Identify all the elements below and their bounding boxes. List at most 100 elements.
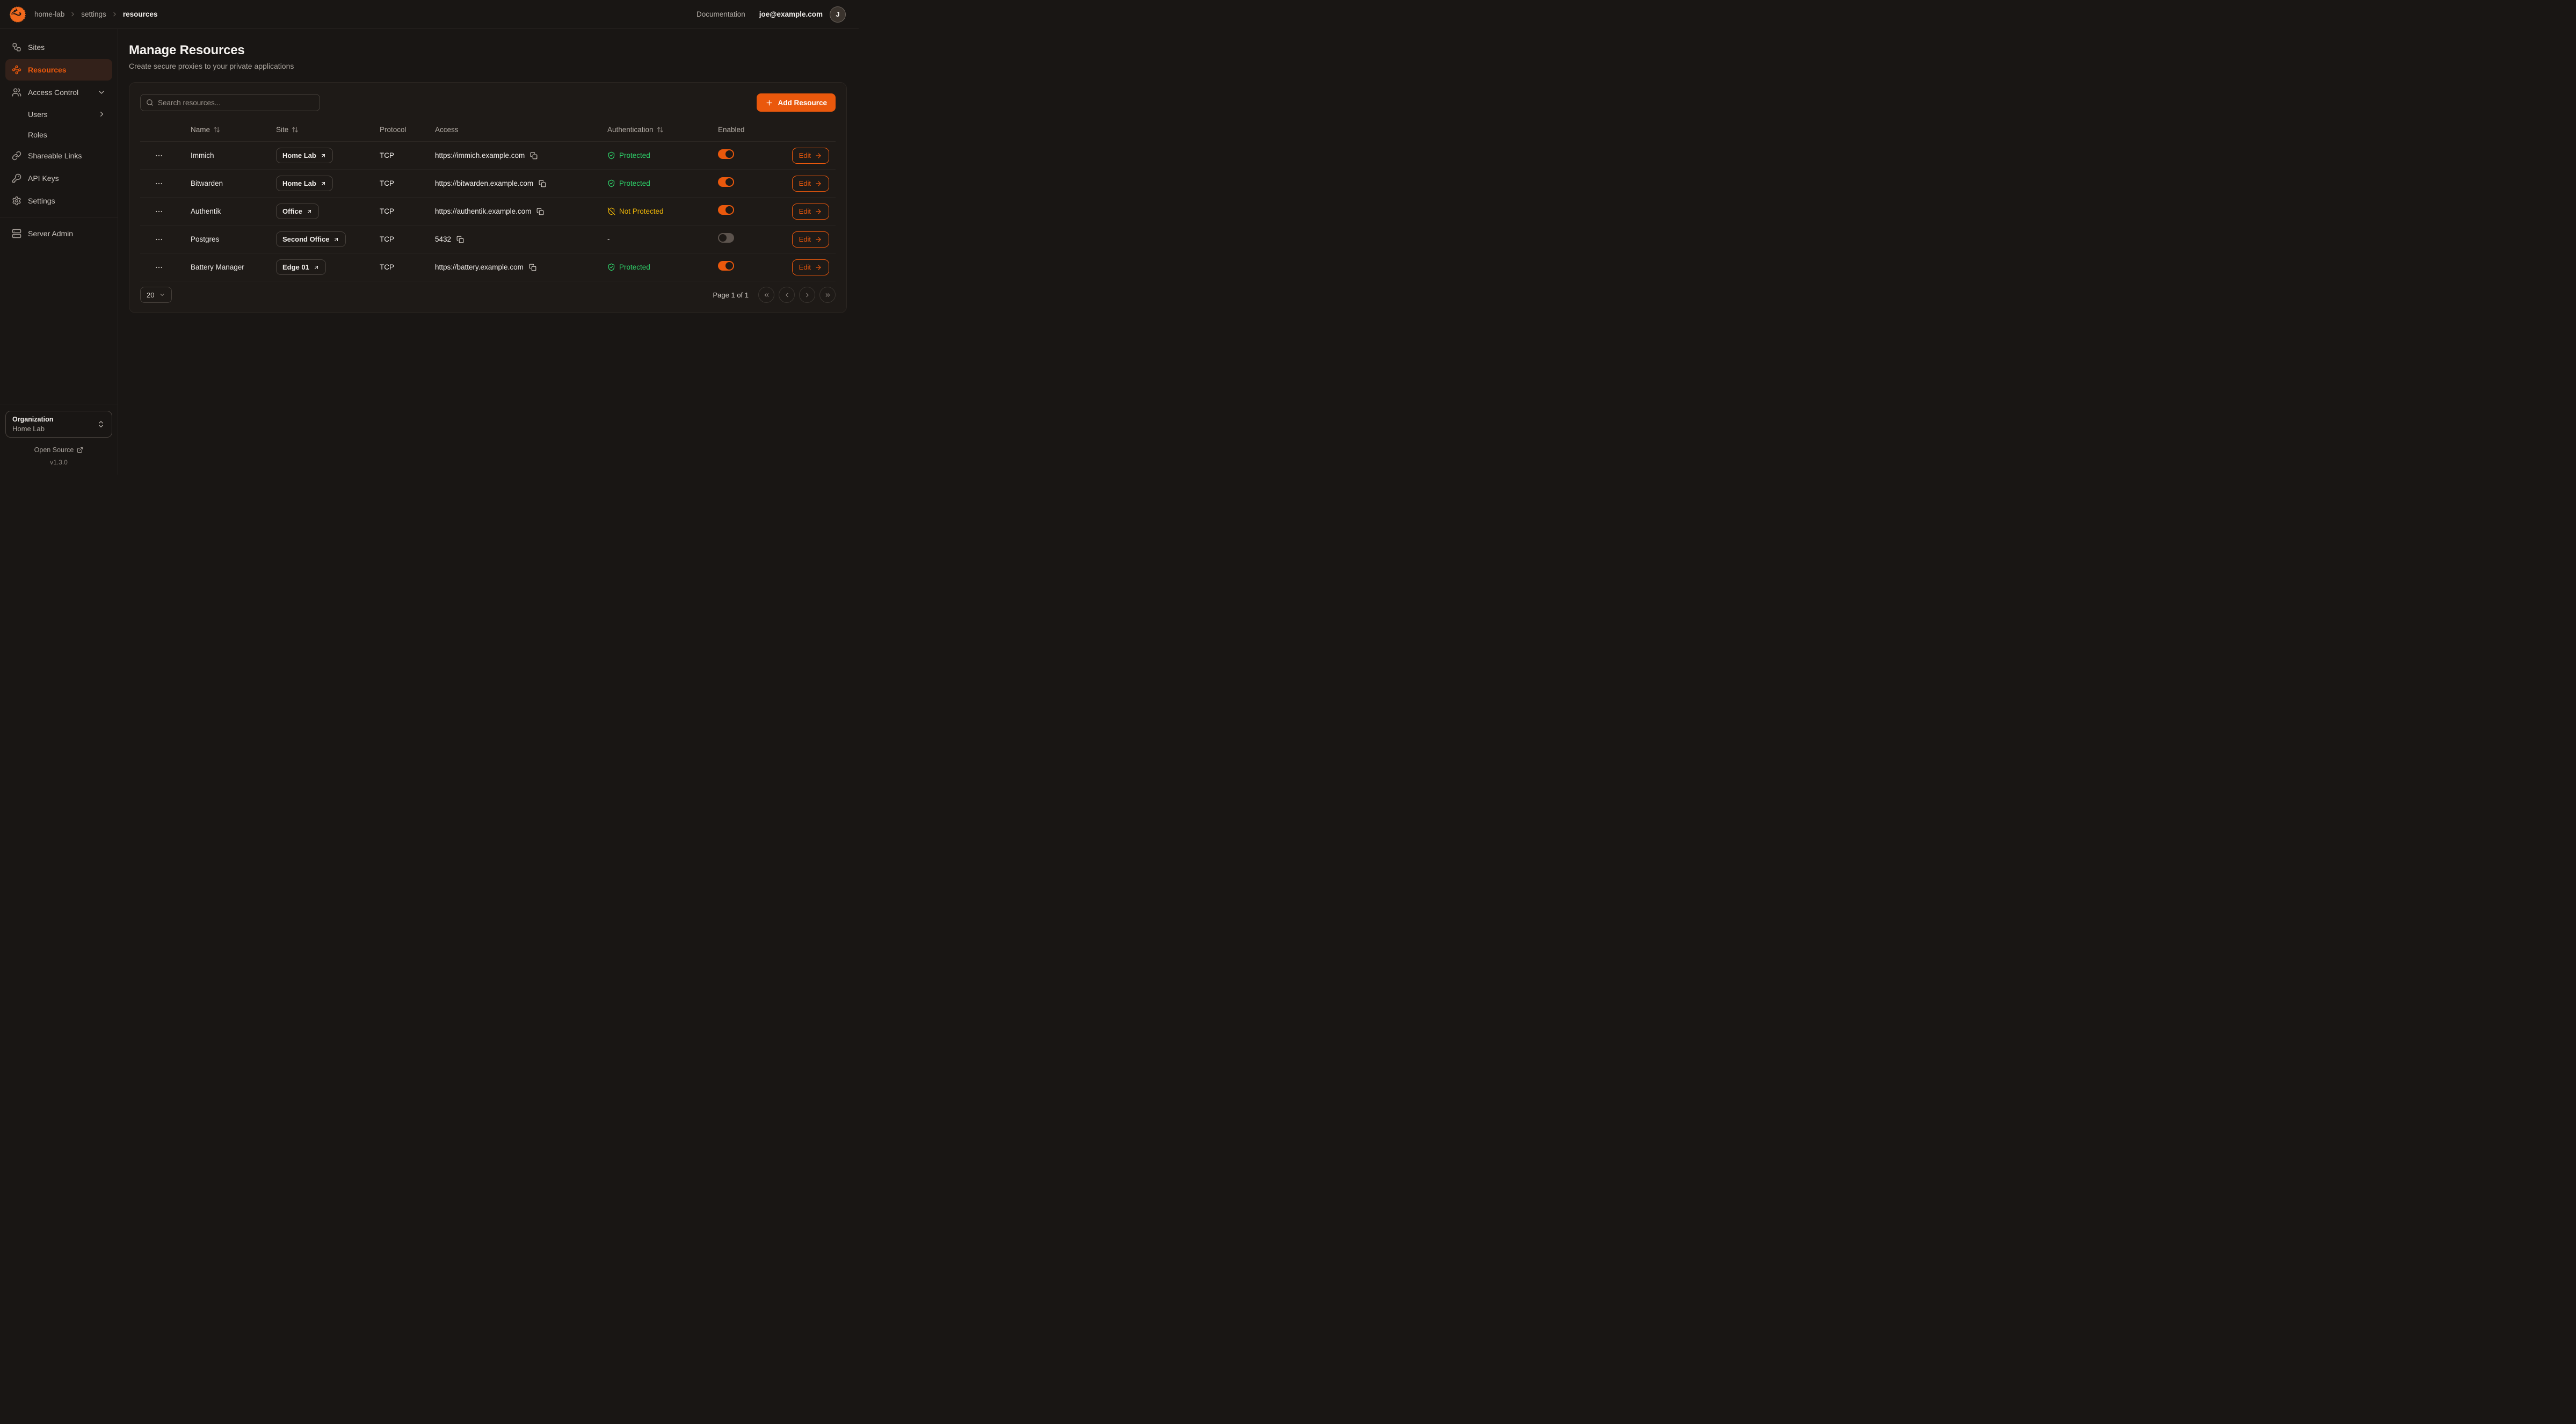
user-menu[interactable]: joe@example.com J	[759, 6, 846, 23]
site-link[interactable]: Edge 01	[276, 259, 326, 275]
chevron-down-icon	[159, 292, 165, 298]
access-url: https://authentik.example.com	[435, 207, 531, 215]
arrow-up-right-icon	[333, 236, 339, 243]
copy-button[interactable]	[528, 263, 537, 272]
resource-name: Bitwarden	[191, 179, 276, 187]
enabled-toggle[interactable]	[718, 205, 734, 215]
copy-icon	[529, 264, 536, 271]
site-link[interactable]: Office	[276, 204, 319, 219]
resource-name: Immich	[191, 151, 276, 159]
ellipsis-icon	[155, 207, 163, 216]
breadcrumb-home-lab[interactable]: home-lab	[34, 10, 64, 18]
sidebar-item-users[interactable]: Users	[5, 104, 112, 124]
shield-off-icon	[607, 207, 615, 215]
organization-selector[interactable]: Organization Home Lab	[5, 411, 112, 438]
organization-value: Home Lab	[12, 425, 97, 433]
shield-check-icon	[607, 179, 615, 187]
arrow-up-right-icon	[320, 180, 326, 187]
sidebar-item-sites[interactable]: Sites	[5, 37, 112, 58]
sidebar-item-shareable-links[interactable]: Shareable Links	[5, 145, 112, 166]
add-resource-button[interactable]: Add Resource	[757, 93, 836, 112]
sidebar-item-server-admin[interactable]: Server Admin	[5, 223, 112, 244]
arrow-right-icon	[815, 180, 822, 187]
prev-page-button[interactable]	[779, 287, 795, 303]
first-page-button[interactable]	[758, 287, 774, 303]
edit-button[interactable]: Edit	[792, 176, 829, 192]
enabled-toggle[interactable]	[718, 149, 734, 159]
copy-icon	[530, 152, 538, 159]
sidebar-item-access-control[interactable]: Access Control	[5, 82, 112, 103]
external-link-icon	[77, 447, 83, 453]
protocol: TCP	[380, 207, 435, 215]
shield-check-icon	[607, 151, 615, 159]
chevron-left-icon	[783, 292, 790, 299]
arrow-up-right-icon	[306, 208, 313, 215]
sidebar-item-label: Shareable Links	[28, 151, 82, 160]
sidebar-item-api-keys[interactable]: API Keys	[5, 168, 112, 189]
auth-status: -	[607, 235, 718, 243]
row-actions-button[interactable]	[153, 206, 165, 217]
arrow-up-right-icon	[313, 264, 320, 271]
page-size-select[interactable]: 20	[140, 287, 172, 303]
sidebar-item-settings[interactable]: Settings	[5, 190, 112, 212]
auth-status: Protected	[607, 151, 718, 159]
enabled-toggle[interactable]	[718, 233, 734, 243]
user-email: joe@example.com	[759, 10, 823, 18]
sidebar-item-resources[interactable]: Resources	[5, 59, 112, 81]
version-label: v1.3.0	[5, 459, 112, 466]
avatar[interactable]: J	[830, 6, 846, 23]
chevron-right-icon	[98, 110, 106, 118]
arrow-right-icon	[815, 236, 822, 243]
column-header-name[interactable]: Name	[191, 126, 276, 134]
users-icon	[12, 88, 21, 97]
last-page-button[interactable]	[819, 287, 836, 303]
pangolin-logo	[9, 5, 27, 24]
chevrons-up-down-icon	[97, 420, 105, 428]
row-actions-button[interactable]	[153, 234, 165, 245]
table-row: Authentik Office TCP https://authentik.e…	[140, 198, 836, 226]
breadcrumb-settings[interactable]: settings	[81, 10, 106, 18]
row-actions-button[interactable]	[153, 150, 165, 162]
arrow-right-icon	[815, 208, 822, 215]
open-source-link[interactable]: Open Source	[5, 446, 112, 454]
row-actions-button[interactable]	[153, 178, 165, 190]
site-link[interactable]: Home Lab	[276, 176, 333, 191]
search-input[interactable]	[158, 99, 314, 107]
breadcrumb: home-lab settings resources	[34, 10, 157, 18]
enabled-toggle[interactable]	[718, 261, 734, 271]
copy-button[interactable]	[536, 207, 545, 216]
gear-icon	[12, 196, 21, 206]
documentation-link[interactable]: Documentation	[696, 10, 745, 18]
copy-button[interactable]	[529, 151, 538, 160]
sidebar-item-label: Settings	[28, 197, 55, 205]
access-port: 5432	[435, 235, 451, 243]
resource-name: Postgres	[191, 235, 276, 243]
chevron-down-icon	[97, 88, 106, 97]
enabled-toggle[interactable]	[718, 177, 734, 187]
site-link[interactable]: Second Office	[276, 231, 346, 247]
copy-button[interactable]	[538, 179, 547, 188]
edit-button[interactable]: Edit	[792, 148, 829, 164]
sort-icon	[657, 126, 664, 133]
edit-button[interactable]: Edit	[792, 259, 829, 275]
column-header-site[interactable]: Site	[276, 126, 380, 134]
link-icon	[12, 151, 21, 161]
key-icon	[12, 173, 21, 183]
site-link[interactable]: Home Lab	[276, 148, 333, 163]
search-box	[140, 94, 320, 111]
breadcrumb-separator-icon	[69, 11, 76, 18]
open-source-label: Open Source	[34, 446, 74, 454]
topbar: home-lab settings resources Documentatio…	[0, 0, 859, 29]
pagination: Page 1 of 1	[713, 287, 836, 303]
row-actions-button[interactable]	[153, 261, 165, 273]
sidebar-item-roles[interactable]: Roles	[5, 125, 112, 144]
arrow-right-icon	[815, 264, 822, 271]
access-url: https://bitwarden.example.com	[435, 179, 533, 187]
sidebar-item-label: Roles	[28, 130, 47, 139]
edit-button[interactable]: Edit	[792, 231, 829, 248]
copy-button[interactable]	[456, 235, 465, 244]
breadcrumb-resources: resources	[123, 10, 158, 18]
next-page-button[interactable]	[799, 287, 815, 303]
column-header-authentication[interactable]: Authentication	[607, 126, 718, 134]
edit-button[interactable]: Edit	[792, 204, 829, 220]
